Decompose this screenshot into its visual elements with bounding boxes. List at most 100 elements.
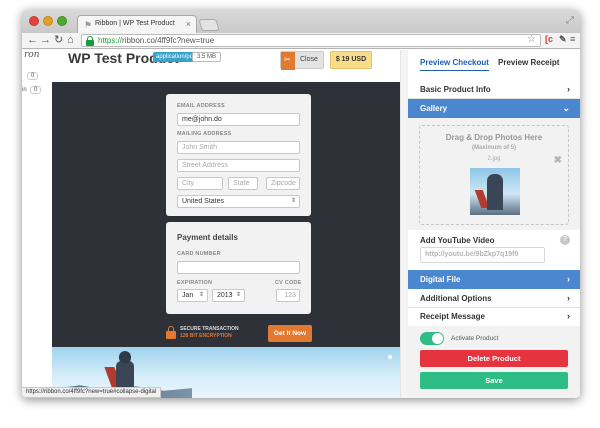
file-type-badge: application/pdf <box>153 52 198 62</box>
dropzone-subtitle: (Maximum of 5) <box>471 145 516 151</box>
address-bar[interactable]: https://ribbon.co/4ff9fc?new=true ☆ <box>81 34 541 47</box>
section-gallery[interactable]: Gallery ⌄ <box>408 99 580 118</box>
menu-icon[interactable]: ≡ <box>570 34 575 44</box>
expiration-label: EXPIRATION <box>177 280 213 286</box>
cv-code-label: CV CODE <box>275 280 302 286</box>
section-additional-options[interactable]: Additional Options › <box>408 289 580 308</box>
zipcode-field[interactable]: Zipcode <box>266 177 300 190</box>
dropzone-title: Drag & Drop Photos Here <box>445 133 543 142</box>
left-column: ron 0 in 0 <box>22 50 52 398</box>
home-icon[interactable]: ⌂ <box>67 34 74 47</box>
section-label: Basic Product Info <box>420 85 491 94</box>
gallery-body: Drag & Drop Photos Here (Maximum of 5) 2… <box>408 118 580 230</box>
browser-tab[interactable]: ⚑ Ribbon | WP Test Product × <box>77 15 197 33</box>
ribbon-favicon-icon: ⚑ <box>84 20 93 30</box>
state-field[interactable]: State <box>228 177 258 190</box>
section-label: Digital File <box>420 275 461 284</box>
section-digital-file[interactable]: Digital File › <box>408 270 580 289</box>
zoom-window-button[interactable] <box>57 16 67 26</box>
photo-thumbnail[interactable] <box>470 168 520 215</box>
select-arrows-icon: ⇕ <box>198 292 204 298</box>
close-label: Close <box>300 56 318 63</box>
section-label: Additional Options <box>420 294 492 303</box>
publish-controls: Activate Product Delete Product Save <box>408 326 580 398</box>
panel-divider <box>400 50 408 398</box>
photo-dropzone[interactable]: Drag & Drop Photos Here (Maximum of 5) 2… <box>419 125 569 225</box>
close-window-button[interactable] <box>29 16 39 26</box>
price-button[interactable]: $ 19 USD <box>330 51 372 69</box>
tab-preview-checkout[interactable]: Preview Checkout <box>420 58 489 71</box>
tab-preview-receipt[interactable]: Preview Receipt <box>498 58 559 67</box>
count-badge: 0 <box>27 72 39 80</box>
select-arrows-icon: ⇕ <box>235 292 241 298</box>
minimize-window-button[interactable] <box>43 16 53 26</box>
year-select[interactable]: 2013 ⇕ <box>212 289 245 302</box>
ribbon-flag-icon: ✂ <box>281 52 295 70</box>
reload-icon[interactable]: ↻ <box>54 34 63 47</box>
encryption-text: 128 BIT ENCRYPTION <box>180 333 232 339</box>
product-header: WP Test Product application/pdf 3.5 MB ✂… <box>52 50 400 82</box>
status-bar: https://ribbon.co/4ff9fc?new=true#collap… <box>22 387 162 398</box>
url-text: https://ribbon.co/4ff9fc?new=true <box>98 36 215 45</box>
card-number-label: CARD NUMBER <box>177 251 221 257</box>
email-label: EMAIL ADDRESS <box>177 103 225 109</box>
browser-toolbar: ← → ↻ ⌂ https://ribbon.co/4ff9fc?new=tru… <box>22 33 580 49</box>
fullscreen-icon[interactable]: ⤢ <box>566 15 574 26</box>
uploaded-filename: 2.jpg <box>487 156 501 162</box>
country-select[interactable]: United States ⇕ <box>177 195 300 208</box>
email-field[interactable]: me@john.do <box>177 113 300 126</box>
youtube-url-input[interactable]: http://youtu.be/9bZkp7q19f0 <box>420 247 545 263</box>
name-field[interactable]: John Smith <box>177 141 300 154</box>
card-number-field[interactable] <box>177 261 300 274</box>
lock-icon <box>86 36 94 46</box>
delete-product-button[interactable]: Delete Product <box>420 350 568 367</box>
carousel-dot[interactable] <box>388 355 392 359</box>
bookmark-star-icon[interactable]: ☆ <box>527 34 536 45</box>
checkout-preview: EMAIL ADDRESS me@john.do MAILING ADDRESS… <box>52 82 400 347</box>
year-value: 2013 <box>217 292 233 299</box>
activate-toggle[interactable] <box>420 332 444 345</box>
save-button[interactable]: Save <box>420 372 568 389</box>
cv-code-field[interactable]: 123 <box>276 289 300 302</box>
remove-photo-icon[interactable]: ✖ <box>554 155 562 166</box>
youtube-label: Add YouTube Video <box>420 236 495 245</box>
extension-icon[interactable]: [c <box>545 34 553 44</box>
chevron-right-icon: › <box>567 274 570 284</box>
payment-card: Payment details CARD NUMBER EXPIRATION C… <box>166 222 311 314</box>
forward-arrow-icon[interactable]: → <box>40 34 51 47</box>
chevron-down-icon: ⌄ <box>562 103 570 113</box>
settings-panel: Preview Checkout Preview Receipt Basic P… <box>408 50 580 398</box>
secure-transaction-text: SECURE TRANSACTION <box>180 326 239 332</box>
secure-lock-icon <box>166 326 176 339</box>
close-tab-icon[interactable]: × <box>186 19 191 29</box>
chevron-right-icon: › <box>567 84 570 94</box>
count-badge: 0 <box>30 86 42 94</box>
close-button[interactable]: ✂ Close <box>280 51 324 70</box>
file-size-badge: 3.5 MB <box>192 52 222 62</box>
help-icon[interactable]: ? <box>560 235 570 245</box>
tab-strip: ⚑ Ribbon | WP Test Product × ⤢ <box>22 10 580 33</box>
chevron-right-icon: › <box>567 311 570 321</box>
logo-fragment: ron <box>24 50 40 60</box>
street-field[interactable]: Street Address <box>177 159 300 172</box>
page-viewport: ron 0 in 0 WP Test Product application/p… <box>22 50 580 398</box>
country-value: United States <box>182 198 225 205</box>
get-it-now-button[interactable]: Get It Now <box>268 325 312 342</box>
browser-window: ⚑ Ribbon | WP Test Product × ⤢ ← → ↻ ⌂ h… <box>22 10 580 398</box>
new-tab-button[interactable] <box>198 19 220 31</box>
tab-title: Ribbon | WP Test Product <box>95 20 175 27</box>
city-field[interactable]: City <box>177 177 223 190</box>
hooded-figure-graphic <box>104 351 136 391</box>
chevron-right-icon: › <box>567 293 570 303</box>
section-basic-info[interactable]: Basic Product Info › <box>408 80 580 99</box>
count-prefix: in <box>22 87 27 93</box>
payment-title: Payment details <box>177 233 238 242</box>
activate-label: Activate Product <box>451 335 499 342</box>
mailing-label: MAILING ADDRESS <box>177 131 232 137</box>
section-label: Gallery <box>420 104 448 113</box>
select-arrows-icon: ⇕ <box>290 198 296 204</box>
back-arrow-icon[interactable]: ← <box>27 34 38 47</box>
wrench-icon[interactable]: ✎ <box>559 34 567 45</box>
month-select[interactable]: Jan ⇕ <box>177 289 208 302</box>
section-receipt-message[interactable]: Receipt Message › <box>408 307 580 326</box>
